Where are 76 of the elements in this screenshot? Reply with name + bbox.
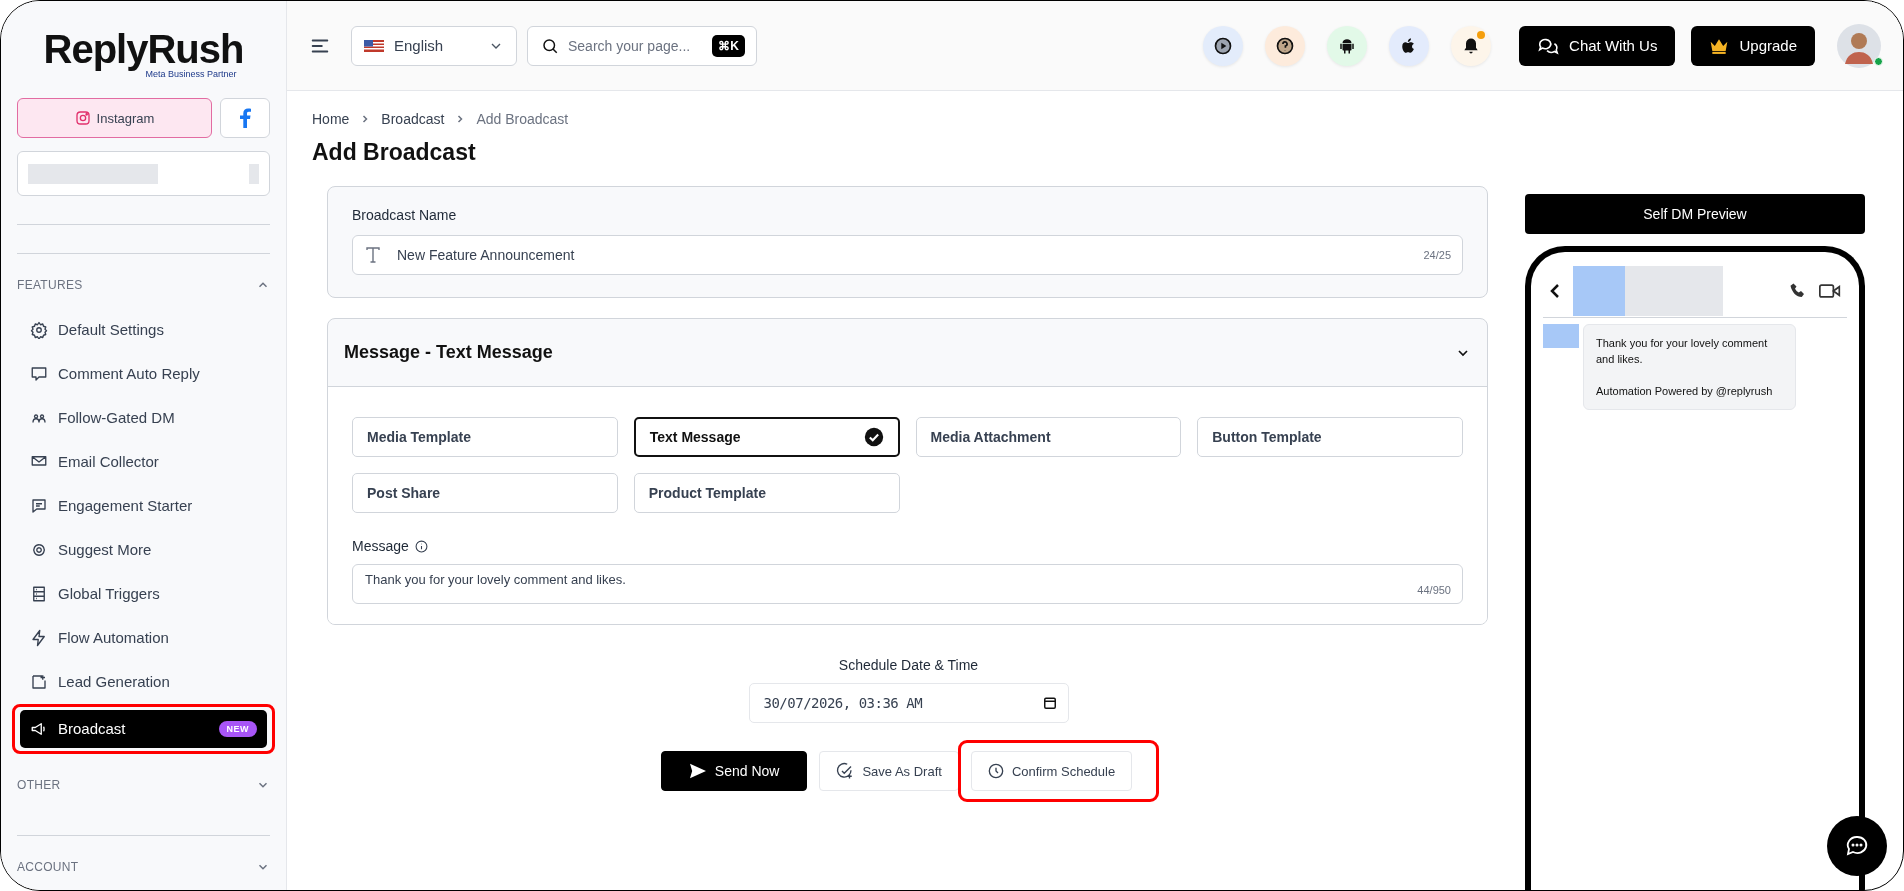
sidebar-item[interactable]: Default Settings (20, 310, 267, 349)
preview-title: Self DM Preview (1525, 194, 1865, 234)
camera-icon (74, 110, 91, 127)
section-heading: OTHER (17, 777, 61, 792)
person-silhouette-icon (1837, 23, 1881, 68)
page-title: Add Broadcast (312, 139, 477, 166)
upgrade-button[interactable]: Upgrade (1691, 25, 1815, 66)
field-label: Message (352, 538, 409, 554)
draft-button[interactable]: Save As Draft (819, 751, 959, 791)
menu-item-icon (30, 584, 48, 603)
sidebar-item[interactable]: Follow-Gated DM (20, 398, 267, 437)
section-heading: FEATURES (17, 277, 83, 292)
sidebar-item[interactable]: Flow Automation (20, 618, 267, 657)
section-heading: ACCOUNT (17, 860, 79, 875)
search-icon (541, 36, 559, 55)
schedule-button[interactable]: Confirm Schedule (970, 751, 1133, 791)
date-time-field[interactable]: 30/07/2026, 03:36 AM (748, 683, 1069, 723)
calendar-icon[interactable] (1042, 696, 1057, 710)
clock-icon (987, 763, 1004, 779)
check-plus-icon (836, 762, 855, 780)
sidebar-item[interactable]: Comment Auto Reply (20, 354, 267, 393)
language-dropdown[interactable]: English (351, 25, 517, 66)
sidebar-item[interactable]: Broadcast NEW (20, 709, 267, 748)
menu-item-icon (30, 672, 48, 691)
sidebar-item[interactable]: Lead Generation (20, 662, 267, 701)
phone-icon[interactable] (1789, 281, 1807, 300)
character-counter: 24/25 (1423, 249, 1451, 261)
logo: ReplyRush (43, 29, 244, 69)
message-text: Thank you for your lovely comment and likes. (1596, 336, 1769, 367)
back-icon[interactable] (1549, 283, 1561, 298)
text-type-icon (366, 247, 380, 263)
message-type-option[interactable]: Text Message (633, 417, 900, 457)
message-type-option[interactable]: Product Template (633, 473, 900, 513)
chat-button[interactable]: Chat With Us (1519, 25, 1676, 66)
sidebar-item[interactable]: Engagement Starter (20, 486, 267, 525)
notification-button[interactable] (1451, 25, 1492, 66)
sidebar-item[interactable]: Global Triggers (20, 574, 267, 613)
shortcut-key: ⌘K (712, 34, 745, 57)
question-icon (1275, 35, 1296, 56)
logo-tagline: Meta Business Partner (145, 69, 237, 79)
help-button[interactable] (1265, 25, 1306, 66)
send-button[interactable]: Send Now (660, 751, 808, 791)
redacted-block (1543, 324, 1579, 348)
menu-item-icon (30, 628, 48, 647)
apple-button[interactable] (1389, 25, 1430, 66)
send-icon (688, 763, 707, 779)
character-counter: 44/950 (1417, 584, 1451, 596)
video-camera-icon[interactable] (1819, 282, 1841, 299)
new-badge: NEW (218, 720, 257, 737)
info-icon[interactable] (414, 539, 428, 553)
platform-tab[interactable] (220, 98, 270, 139)
f-letter-icon (239, 108, 251, 129)
menu-item-icon (30, 364, 48, 383)
message-text: Automation Powered by @replyrush (1596, 384, 1774, 399)
menu-item-icon (30, 496, 48, 515)
platform-tab[interactable]: Instagram (17, 98, 212, 139)
message-type-option[interactable]: Button Template (1197, 417, 1463, 457)
chat-bubble-icon (1845, 834, 1869, 858)
field-label: Broadcast Name (352, 207, 458, 223)
flag-icon (364, 39, 384, 52)
check-circle-icon (863, 427, 884, 447)
message-type-option[interactable]: Post Share (352, 473, 618, 513)
play-icon (1213, 35, 1234, 56)
sidebar-item[interactable]: Email Collector (20, 442, 267, 481)
redacted-block (249, 163, 259, 184)
android-button[interactable] (1327, 25, 1368, 66)
play-button[interactable] (1203, 25, 1244, 66)
breadcrumb-link[interactable]: Broadcast (381, 111, 445, 127)
field-label: Schedule Date & Time (838, 657, 979, 673)
menu-item-icon (30, 320, 48, 339)
message-type-option[interactable]: Media Attachment (915, 417, 1182, 457)
avatar[interactable] (1837, 23, 1881, 68)
card-title: Message - Text Message (344, 342, 553, 363)
sidebar-item[interactable]: Suggest More (20, 530, 267, 569)
message-type-option[interactable]: Media Template (352, 417, 618, 457)
breadcrumb-link[interactable]: Home (312, 111, 350, 127)
